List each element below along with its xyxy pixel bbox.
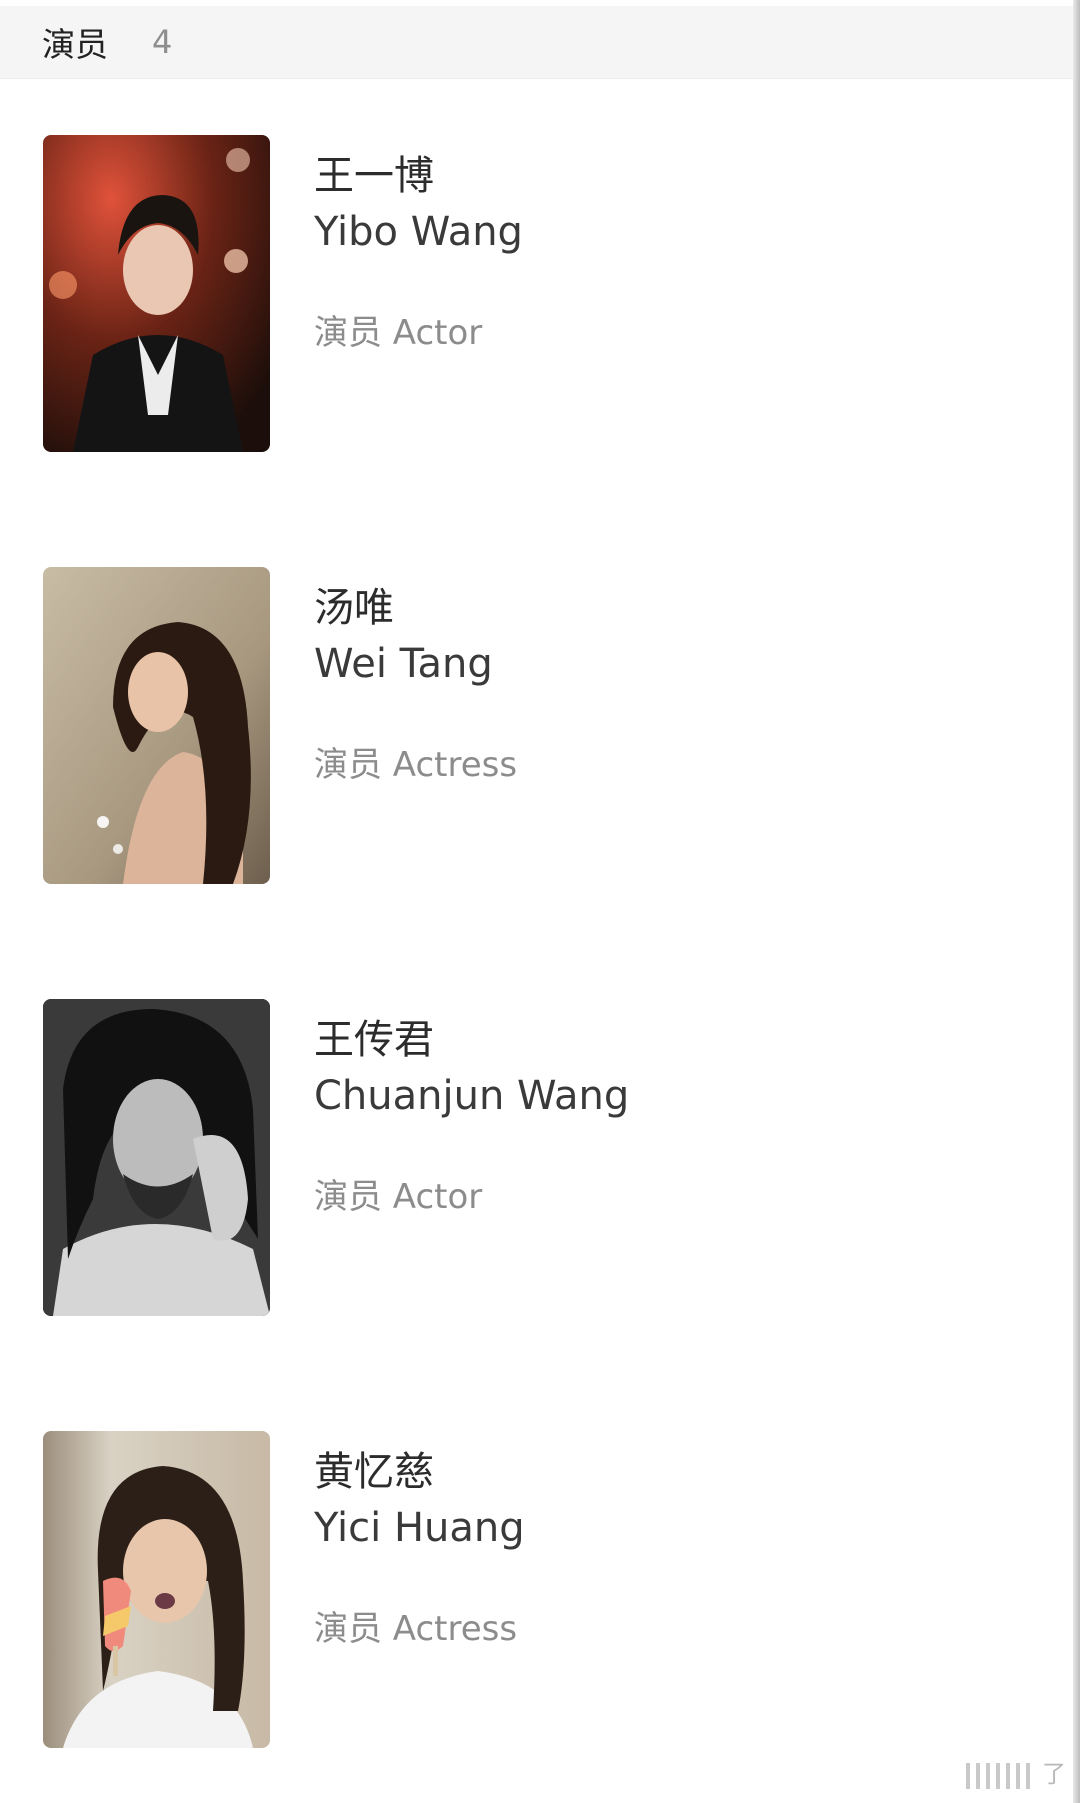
watermark-text: 了 <box>1042 1760 1066 1788</box>
page-edge <box>1073 0 1080 1803</box>
watermark-bar <box>1026 1763 1030 1789</box>
cast-item[interactable]: 王传君 Chuanjun Wang 演员 Actor <box>0 999 1073 1319</box>
section-header: 演员 4 <box>0 6 1073 79</box>
cast-role: 演员 Actor <box>314 313 483 353</box>
cast-name-cn: 黄忆慈 <box>314 1449 434 1495</box>
cast-name-cn: 王一博 <box>314 153 434 199</box>
watermark: 了 <box>966 1754 1066 1789</box>
watermark-bar <box>996 1763 1000 1789</box>
watermark-bar <box>986 1763 990 1789</box>
watermark-bar <box>976 1763 980 1789</box>
cast-name-en: Yici Huang <box>314 1505 525 1551</box>
watermark-bar <box>1016 1763 1020 1789</box>
watermark-bar <box>966 1763 970 1789</box>
cast-photo[interactable] <box>43 999 270 1316</box>
cast-name-en: Yibo Wang <box>314 209 523 255</box>
cast-item[interactable]: 黄忆慈 Yici Huang 演员 Actress <box>0 1431 1073 1751</box>
cast-role: 演员 Actress <box>314 745 518 785</box>
cast-name-en: Chuanjun Wang <box>314 1073 630 1119</box>
cast-role: 演员 Actress <box>314 1609 518 1649</box>
cast-item[interactable]: 汤唯 Wei Tang 演员 Actress <box>0 567 1073 887</box>
cast-role: 演员 Actor <box>314 1177 483 1217</box>
cast-name-cn: 汤唯 <box>314 585 394 631</box>
cast-count: 4 <box>152 23 173 61</box>
section-title: 演员 <box>42 25 108 64</box>
cast-photo[interactable] <box>43 567 270 884</box>
cast-photo[interactable] <box>43 135 270 452</box>
cast-item[interactable]: 王一博 Yibo Wang 演员 Actor <box>0 135 1073 455</box>
cast-photo[interactable] <box>43 1431 270 1748</box>
cast-name-en: Wei Tang <box>314 641 493 687</box>
watermark-bar <box>1006 1763 1010 1789</box>
cast-name-cn: 王传君 <box>314 1017 434 1063</box>
